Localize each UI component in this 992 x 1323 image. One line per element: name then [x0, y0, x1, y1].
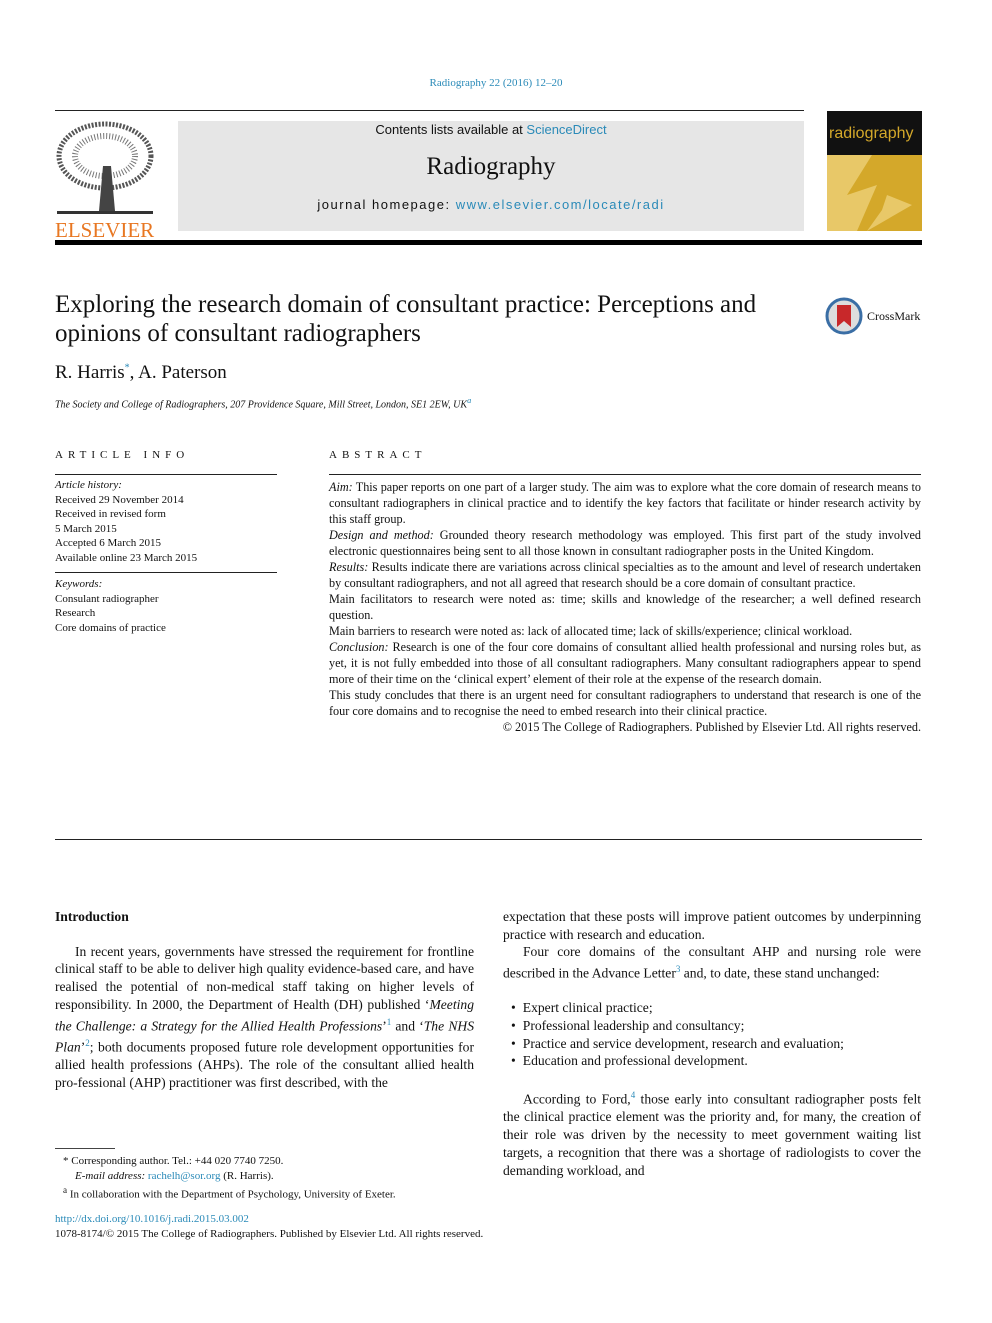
footnote-corresponding: * Corresponding author. Tel.: +44 020 77…	[63, 1155, 284, 1167]
cover-title: radiography	[827, 111, 922, 155]
journal-banner: Contents lists available at ScienceDirec…	[178, 121, 804, 231]
abstract-text: Main barriers to research were noted as:…	[329, 624, 853, 638]
abstract-paragraph: Results: Results indicate there are vari…	[329, 559, 921, 591]
list-item: Professional leadership and consultancy;	[511, 1017, 921, 1035]
affiliation: The Society and College of Radiographers…	[55, 396, 471, 410]
crossmark-label: CrossMark	[867, 308, 921, 323]
history-label: Article history:	[55, 479, 122, 491]
affiliation-mark[interactable]: a	[467, 396, 471, 405]
email-label: E-mail address:	[75, 1169, 148, 1182]
abstract-label: Design and method:	[329, 528, 434, 542]
section-heading: Introduction	[55, 909, 129, 924]
homepage-link[interactable]: www.elsevier.com/locate/radi	[456, 197, 665, 212]
article-info: ARTICLE INFO Article history: Received 2…	[55, 449, 277, 635]
homepage-label: journal homepage:	[317, 197, 456, 212]
author-name[interactable]: R. Harris	[55, 362, 125, 383]
elsevier-wordmark: ELSEVIER	[55, 218, 155, 242]
abstract-label: Conclusion:	[329, 640, 389, 654]
contents-label: Contents lists available at	[375, 122, 527, 137]
corresponding-mark[interactable]: *	[125, 363, 130, 374]
footnotes: * Corresponding author. Tel.: +44 020 77…	[55, 1148, 475, 1202]
abstract-label: Aim:	[329, 480, 353, 494]
abstract-text: This paper reports on one part of a larg…	[329, 480, 921, 526]
core-domains-list: Expert clinical practice;Professional le…	[511, 999, 921, 1070]
abstract-paragraph: Design and method: Grounded theory resea…	[329, 527, 921, 559]
footnote-a: In collaboration with the Department of …	[69, 1188, 396, 1201]
issn-copyright: 1078-8174/© 2015 The College of Radiogra…	[55, 1228, 484, 1240]
history-item: Received 29 November 2014	[55, 493, 184, 506]
elsevier-tree-icon	[55, 121, 155, 216]
body-right-column: expectation that these posts will improv…	[503, 908, 921, 1179]
abstract-heading: ABSTRACT	[329, 449, 427, 461]
affiliation-text: The Society and College of Radiographers…	[55, 399, 468, 411]
journal-citation[interactable]: Radiography 22 (2016) 12–20	[0, 77, 992, 89]
author-list: R. Harris*, A. Paterson	[55, 362, 227, 383]
sciencedirect-link[interactable]: ScienceDirect	[526, 122, 606, 137]
journal-name: Radiography	[426, 153, 556, 180]
email-link[interactable]: rachelh@sor.org	[148, 1170, 221, 1182]
abstract-paragraph: Main barriers to research were noted as:…	[329, 623, 921, 639]
body-paragraph: Four core domains of the consultant AHP …	[503, 944, 921, 981]
body-paragraph: In recent years, governments have stress…	[55, 943, 475, 1090]
page-footer: http://dx.doi.org/10.1016/j.radi.2015.03…	[55, 1212, 483, 1242]
history-item: Accepted 6 March 2015	[55, 537, 161, 549]
abstract-paragraph: Conclusion: Research is one of the four …	[329, 639, 921, 687]
doi-link[interactable]: http://dx.doi.org/10.1016/j.radi.2015.03…	[55, 1213, 249, 1225]
divider	[55, 110, 804, 111]
email-suffix: (R. Harris).	[220, 1169, 274, 1182]
list-item: Expert clinical practice;	[511, 999, 921, 1017]
body-paragraph: According to Ford,4 those early into con…	[503, 1090, 921, 1178]
history-item: Available online 23 March 2015	[55, 551, 198, 564]
list-item: Practice and service development, resear…	[511, 1035, 921, 1053]
crossmark-icon	[825, 297, 863, 335]
abstract: ABSTRACT Aim: This paper reports on one …	[329, 449, 921, 735]
abstract-text: This study concludes that there is an ur…	[329, 688, 921, 718]
abstract-copyright: © 2015 The College of Radiographers. Pub…	[502, 720, 921, 734]
article-title: Exploring the research domain of consult…	[55, 291, 757, 347]
abstract-paragraph: Main facilitators to research were noted…	[329, 591, 921, 623]
crossmark-button[interactable]: CrossMark	[825, 297, 920, 335]
history-item: Received in revised form	[55, 508, 166, 520]
footnote-mark: a	[63, 1185, 68, 1195]
abstract-text: Research is one of the four core domains…	[329, 640, 921, 686]
abstract-text: Results indicate there are variations ac…	[329, 560, 921, 590]
author-name[interactable]: A. Paterson	[138, 362, 227, 383]
abstract-text: Main facilitators to research were noted…	[329, 592, 921, 622]
divider	[55, 839, 922, 840]
citation-link[interactable]: Radiography 22 (2016) 12–20	[430, 77, 563, 89]
cover-art-icon	[827, 155, 912, 231]
article-info-heading: ARTICLE INFO	[55, 449, 190, 461]
header-rule	[55, 240, 922, 245]
history-item: 5 March 2015	[55, 522, 117, 535]
body-paragraph: expectation that these posts will improv…	[503, 909, 921, 942]
keyword: Core domains of practice	[55, 621, 166, 634]
journal-cover: radiography	[827, 111, 922, 231]
elsevier-logo: ELSEVIER	[55, 121, 155, 241]
abstract-label: Results:	[329, 560, 369, 574]
abstract-paragraph: This study concludes that there is an ur…	[329, 687, 921, 719]
list-item: Education and professional development.	[511, 1052, 921, 1070]
body-left-column: Introduction In recent years, government…	[55, 908, 474, 1091]
keywords-label: Keywords:	[55, 578, 103, 590]
abstract-paragraph: Aim: This paper reports on one part of a…	[329, 479, 921, 527]
keyword: Consulant radiographer	[55, 592, 159, 605]
keyword: Research	[55, 607, 96, 619]
